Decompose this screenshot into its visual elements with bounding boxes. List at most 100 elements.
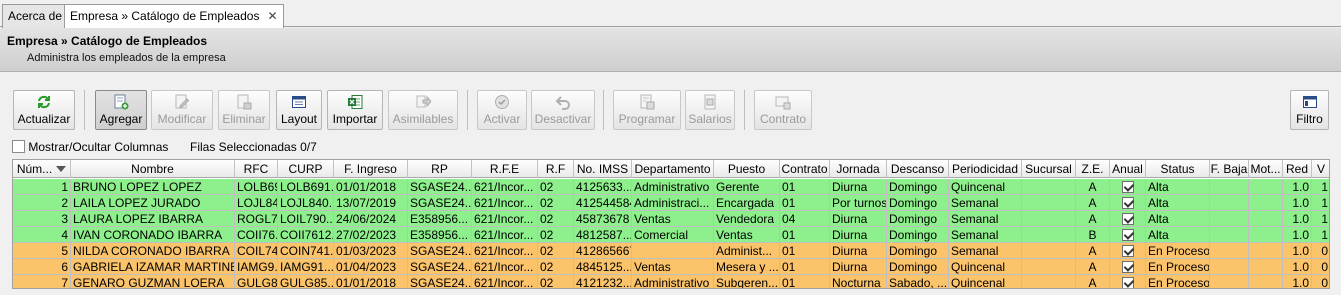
cell-curp: COII7612...: [278, 227, 334, 243]
cell-periodicidad: Semanal: [949, 211, 1022, 227]
cell-rfe: 621/Incor...: [472, 211, 538, 227]
anual-checkbox[interactable]: [1121, 197, 1134, 209]
table-row[interactable]: 2LAILA LOPEZ JURADOLOJL84...LOJL840...13…: [13, 195, 1329, 211]
table-row[interactable]: 3LAURA LOPEZ IBARRAROGL7...LOIL790...24/…: [13, 211, 1329, 227]
table-row[interactable]: 4IVAN CORONADO IBARRACOII76...COII7612..…: [13, 227, 1329, 243]
cell-num: 2: [13, 195, 71, 211]
programar-button[interactable]: Programar: [613, 90, 681, 130]
cell-rp: E358956...: [408, 211, 472, 227]
cell-imss: 412865667: [574, 243, 632, 259]
cell-ze: A: [1076, 211, 1110, 227]
cell-rf: 02: [538, 243, 574, 259]
desactivar-label: Desactivar: [534, 112, 592, 126]
cell-jornada: Diurna: [830, 259, 887, 275]
cell-baja: [1210, 179, 1249, 195]
table-row[interactable]: 6GABRIELA IZAMAR MARTINEZIAMG9...IAMG91.…: [13, 259, 1329, 275]
desactivar-button[interactable]: Desactivar: [531, 90, 595, 130]
cell-anual: [1110, 259, 1146, 275]
activar-button[interactable]: Activar: [477, 90, 527, 130]
cell-red: 1.0: [1283, 179, 1312, 195]
cell-mot: [1249, 211, 1283, 227]
periodicidad-header[interactable]: Periodicidad: [949, 160, 1022, 178]
salarios-button[interactable]: Salarios: [685, 90, 735, 130]
cell-puesto: Subgeren...: [716, 275, 780, 289]
rp-header[interactable]: RP: [408, 160, 472, 178]
anual-checkbox[interactable]: [1121, 181, 1134, 193]
cell-status: Alta: [1146, 179, 1210, 195]
f-baja-header[interactable]: F. Baja: [1210, 160, 1249, 178]
contract-icon: [775, 96, 791, 110]
actualizar-button[interactable]: Actualizar: [13, 90, 75, 130]
cell-anual: [1110, 243, 1146, 259]
layout-icon: [292, 96, 306, 108]
cell-sucursal: [1022, 275, 1076, 288]
num-header[interactable]: Núm...: [13, 160, 71, 178]
cell-ingreso: 27/02/2023: [334, 227, 408, 243]
jornada-header[interactable]: Jornada: [830, 160, 887, 178]
asimilables-button[interactable]: Asimilables: [388, 90, 458, 130]
filtro-button[interactable]: Filtro: [1290, 90, 1329, 130]
v-header[interactable]: V: [1312, 160, 1329, 178]
eliminar-button[interactable]: Eliminar: [218, 90, 270, 130]
contrato-header[interactable]: Contrato: [780, 160, 830, 178]
table-row[interactable]: 7GENARO GUZMAN LOERAGULG8...GULG85...01/…: [13, 275, 1329, 289]
no-imss-header[interactable]: No. IMSS: [574, 160, 632, 178]
departamento-header[interactable]: Departamento: [632, 160, 714, 178]
filter-icon: [1302, 96, 1317, 108]
cell-sucursal: [1022, 211, 1076, 227]
rfc-header[interactable]: RFC: [235, 160, 278, 178]
page-header: Empresa » Catálogo de Empleados Administ…: [0, 28, 1341, 72]
anual-checkbox[interactable]: [1121, 277, 1134, 288]
cell-curp: LOIL790...: [278, 211, 334, 227]
cell-mot: [1249, 227, 1283, 243]
nombre-header[interactable]: Nombre: [71, 160, 235, 178]
cell-jornada: Diurna: [830, 211, 887, 227]
motivo-header[interactable]: Mot...: [1249, 160, 1283, 178]
table-row[interactable]: 1BRUNO LOPEZ LOPEZLOLB69...LOLB691...01/…: [13, 179, 1329, 195]
tab-catalogo-empleados[interactable]: Empresa » Catálogo de Empleados ✕: [64, 4, 284, 28]
cell-ze: A: [1076, 275, 1110, 288]
contrato-label: Contrato: [759, 112, 807, 126]
rf-header[interactable]: R.F: [538, 160, 574, 178]
layout-button[interactable]: Layout: [276, 90, 322, 130]
cell-ingreso: 13/07/2019: [334, 195, 408, 211]
anual-checkbox[interactable]: [1121, 213, 1134, 225]
cell-imss: 4812587...: [574, 227, 632, 243]
cell-curp: IAMG91...: [278, 259, 334, 275]
curp-header[interactable]: CURP: [278, 160, 334, 178]
employees-grid[interactable]: Núm... Nombre RFC CURP F. Ingreso RP R.F.E R.F N…: [12, 159, 1330, 289]
cell-ingreso: 01/01/2018: [334, 179, 408, 195]
rfe-header[interactable]: R.F.E: [472, 160, 538, 178]
ze-header[interactable]: Z.E.: [1076, 160, 1110, 178]
selected-rows-info: Filas Seleccionadas 0/7: [190, 140, 317, 154]
table-row[interactable]: 5NILDA CORONADO IBARRACOIL74...COIN741..…: [13, 243, 1329, 259]
sort-down-icon[interactable]: [56, 166, 67, 172]
red-header[interactable]: Red: [1283, 160, 1312, 178]
cell-ze: A: [1076, 195, 1110, 211]
page-title: Empresa » Catálogo de Empleados: [7, 34, 208, 48]
descanso-header[interactable]: Descanso: [887, 160, 949, 178]
modificar-button[interactable]: Modificar: [151, 90, 213, 130]
contrato-button[interactable]: Contrato: [754, 90, 812, 130]
agregar-button[interactable]: Agregar: [95, 90, 147, 130]
cell-imss: 412544584: [574, 195, 632, 211]
show-columns-checkbox[interactable]: [12, 140, 25, 153]
cell-status: Alta: [1146, 211, 1210, 227]
tab-acerca-de[interactable]: Acerca de: [2, 4, 69, 28]
cell-sucursal: [1022, 227, 1076, 243]
anual-checkbox[interactable]: [1121, 245, 1134, 257]
sucursal-header[interactable]: Sucursal: [1022, 160, 1076, 178]
anual-checkbox[interactable]: [1121, 261, 1134, 273]
eliminar-label: Eliminar: [222, 112, 266, 126]
close-icon[interactable]: ✕: [267, 9, 277, 23]
puesto-header[interactable]: Puesto: [714, 160, 780, 178]
cell-rf: 02: [538, 179, 574, 195]
status-header[interactable]: Status: [1146, 160, 1210, 178]
importar-label: Importar: [332, 112, 378, 126]
anual-header[interactable]: Anual: [1110, 160, 1146, 178]
anual-checkbox[interactable]: [1121, 229, 1134, 241]
cell-rfe: 621/Incor...: [472, 195, 538, 211]
show-columns-toggle[interactable]: Mostrar/Ocultar Columnas: [12, 140, 168, 154]
importar-button[interactable]: Importar: [327, 90, 383, 130]
f-ingreso-header[interactable]: F. Ingreso: [334, 160, 408, 178]
